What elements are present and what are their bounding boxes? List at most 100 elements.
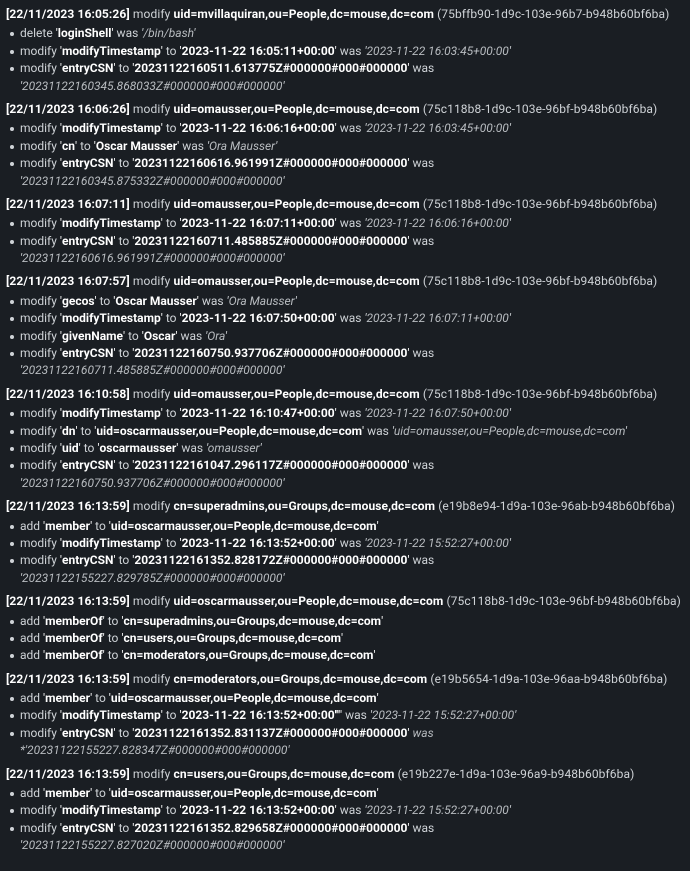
change-new: 20231122160616.961991Z#000000#000#000000 [134,156,407,170]
was-label: was [340,803,362,817]
uuid: (75c118b8-1d9c-103e-96bf-b948b60bf6ba) [423,102,657,116]
log-entry-header: [22/11/2023 16:06:26] modify uid=omausse… [6,101,684,118]
to-label: to [119,346,130,360]
change-op: modify [20,216,57,230]
change-item: modify 'uid' to 'oscarmausser' was 'omau… [6,440,684,457]
to-label: to [119,234,130,248]
to-label: to [166,803,177,817]
to-label: to [108,648,119,662]
to-label: to [166,406,177,420]
was-label: was [413,61,435,75]
change-new: 2023-11-22 16:13:52+00:00 [182,803,335,817]
to-label: to [81,424,92,438]
change-item: modify 'modifyTimestamp' to '2023-11-22 … [6,215,684,232]
was-label: was [413,234,435,248]
change-attr: modifyTimestamp [62,803,161,817]
to-label: to [166,216,177,230]
change-item: add 'member' to 'uid=oscarmausser,ou=Peo… [6,518,684,535]
change-op: modify [20,139,57,153]
change-op: modify [20,44,57,58]
change-new: 2023-11-22 16:05:11+00:00 [182,44,335,58]
to-label: to [119,821,130,835]
change-attr: entryCSN [62,61,114,75]
change-attr: memberOf [45,614,102,628]
action: modify [133,102,171,116]
change-list: modify 'modifyTimestamp' to '2023-11-22 … [6,405,684,492]
change-list: modify 'modifyTimestamp' to '2023-11-22 … [6,120,684,190]
change-item: modify 'entryCSN' to '20231122160616.961… [6,155,684,190]
to-label: to [80,139,91,153]
change-old: 20231122160750.937706Z#000000#000#000000 [22,476,282,490]
change-item: modify 'modifyTimestamp' to '2023-11-22 … [6,120,684,137]
change-attr: entryCSN [62,821,114,835]
to-label: to [166,44,177,58]
change-new: cn=users,ou=Groups,dc=mouse,dc=com [123,631,341,645]
change-item: add 'member' to 'uid=oscarmausser,ou=Peo… [6,785,684,802]
was-label: was [413,346,435,360]
was-label: was [367,424,389,438]
log-entry: [22/11/2023 16:13:59] modify cn=moderato… [6,671,684,760]
log-entry: [22/11/2023 16:06:26] modify uid=omausse… [6,101,684,190]
change-list: add 'member' to 'uid=oscarmausser,ou=Peo… [6,518,684,588]
change-op: modify [20,458,57,472]
change-item: modify 'dn' to 'uid=oscarmausser,ou=Peop… [6,423,684,440]
change-attr: entryCSN [62,458,114,472]
action: modify [133,7,171,21]
change-old: Ora Mausser [209,139,275,153]
change-op: add [20,691,40,705]
change-new: 20231122160711.485885Z#000000#000#000000 [134,234,407,248]
change-new: cn=superadmins,ou=Groups,dc=mouse,dc=com [123,614,381,628]
change-attr: gecos [62,294,95,308]
change-attr: dn [62,424,75,438]
change-list: delete 'loginShell' was '/bin/bash'modif… [6,25,684,95]
log-entry-header: [22/11/2023 16:13:59] modify cn=superadm… [6,498,684,515]
dn: uid=omausser,ou=People,dc=mouse,dc=com [174,197,420,211]
change-attr: uid [62,441,79,455]
change-new: 2023-11-22 16:06:16+00:00 [182,121,335,135]
to-label: to [108,631,119,645]
change-attr: entryCSN [62,553,114,567]
uuid: (e19b227e-1d9a-103e-96a9-b948b60bf6ba) [398,767,635,781]
change-op: add [20,614,40,628]
change-old: 2023-11-22 16:06:16+00:00 [366,216,508,230]
to-label: to [166,121,177,135]
change-item: modify 'entryCSN' to '20231122160711.485… [6,233,684,268]
to-label: to [108,614,119,628]
log-entry: [22/11/2023 16:13:59] modify cn=superadm… [6,498,684,587]
dn: uid=omausser,ou=People,dc=mouse,dc=com [174,387,420,401]
change-attr: cn [62,139,75,153]
timestamp: [22/11/2023 16:13:59] [6,594,130,608]
was-label: was [413,821,435,835]
change-op: modify [20,61,57,75]
action: modify [133,274,171,288]
change-new: 20231122161352.829658Z#000000#000#000000 [134,821,407,835]
change-old: 20231122155227.827020Z#000000#000#000000 [22,838,282,852]
change-new: 2023-11-22 16:07:11+00:00 [182,216,335,230]
change-op: modify [20,156,57,170]
change-old: 2023-11-22 15:52:27+00:00 [366,803,508,817]
was-label: was [345,708,367,722]
to-label: to [128,329,139,343]
change-attr: loginShell [58,26,112,40]
change-item: modify 'modifyTimestamp' to '2023-11-22 … [6,535,684,552]
log-entry: [22/11/2023 16:13:59] modify cn=users,ou… [6,766,684,855]
change-op: modify [20,803,57,817]
change-old: 20231122155227.829785Z#000000#000#000000 [22,571,282,585]
uuid: (e19b8e94-1d9a-103e-96ab-b948b60bf6ba) [438,499,675,513]
change-new: 2023-11-22 16:07:50+00:00 [182,311,335,325]
change-item: modify 'cn' to 'Oscar Mausser' was 'Ora … [6,138,684,155]
change-attr: entryCSN [62,156,114,170]
change-attr: entryCSN [62,346,114,360]
to-label: to [166,708,177,722]
to-label: to [95,691,106,705]
change-list: add 'member' to 'uid=oscarmausser,ou=Peo… [6,785,684,855]
uuid: (75c118b8-1d9c-103e-96bf-b948b60bf6ba) [423,274,657,288]
change-attr: givenName [62,329,123,343]
change-attr: modifyTimestamp [62,44,161,58]
change-attr: member [45,691,90,705]
log-entry-header: [22/11/2023 16:05:26] modify uid=mvillaq… [6,6,684,23]
action: modify [133,197,171,211]
change-item: modify 'entryCSN' to '20231122161047.296… [6,457,684,492]
timestamp: [22/11/2023 16:13:59] [6,767,130,781]
timestamp: [22/11/2023 16:10:58] [6,387,130,401]
